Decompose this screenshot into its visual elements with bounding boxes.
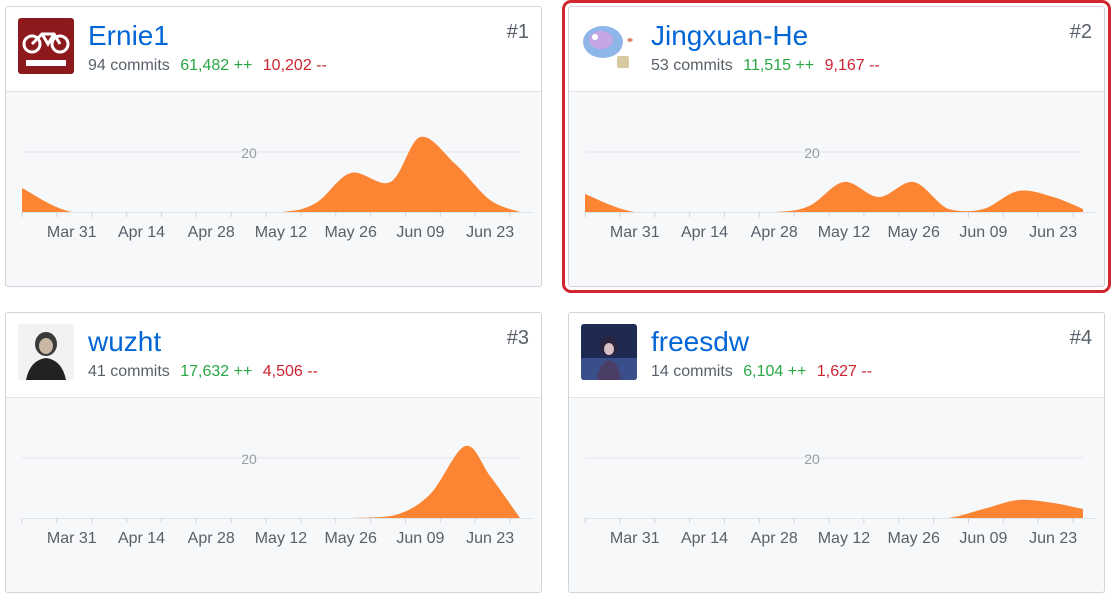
contributor-card: wuzht #3 41 commits 17,632 ++ 4,506 -- 2… — [5, 312, 542, 593]
x-tick-label: May 26 — [324, 530, 377, 547]
x-tick-label: Apr 14 — [118, 224, 165, 241]
commit-count[interactable]: 53 commits — [651, 57, 733, 74]
anime-character-avatar — [581, 324, 637, 380]
avatar[interactable] — [581, 324, 637, 380]
commit-count[interactable]: 41 commits — [88, 363, 170, 380]
x-tick-label: Jun 09 — [396, 530, 444, 547]
contribution-area[interactable] — [22, 445, 520, 518]
commit-count[interactable]: 94 commits — [88, 57, 170, 74]
x-tick-label: May 12 — [818, 530, 871, 547]
deletions-count: 4,506 -- — [262, 363, 318, 380]
x-tick-label: Apr 14 — [681, 530, 728, 547]
additions-count: 17,632 ++ — [180, 363, 253, 380]
x-tick-label: May 12 — [255, 224, 308, 241]
rank-label: #2 — [1069, 21, 1092, 43]
additions-count: 6,104 ++ — [743, 363, 807, 380]
x-tick-label: Jun 23 — [466, 224, 514, 241]
username-link[interactable]: wuzht — [88, 325, 161, 359]
x-tick-label: Mar 31 — [47, 530, 97, 547]
x-tick-label: May 26 — [887, 530, 940, 547]
contribution-area[interactable] — [22, 136, 520, 212]
gridline-label: 20 — [804, 451, 820, 467]
x-tick-label: Apr 28 — [188, 224, 235, 241]
x-tick-label: Jun 09 — [959, 530, 1007, 547]
commit-count[interactable]: 14 commits — [651, 363, 733, 380]
x-tick-label: Apr 14 — [681, 224, 728, 241]
contribution-area[interactable] — [585, 181, 1083, 212]
contributor-card: Ernie1 #1 94 commits 61,482 ++ 10,202 --… — [5, 6, 542, 287]
commit-stats: 41 commits 17,632 ++ 4,506 -- — [88, 363, 318, 381]
commit-stats: 53 commits 11,515 ++ 9,167 -- — [651, 57, 880, 75]
card-header: freesdw #4 14 commits 6,104 ++ 1,627 -- — [569, 313, 1104, 398]
rank-label: #3 — [506, 327, 529, 349]
avatar[interactable] — [18, 18, 74, 74]
rank-label: #1 — [506, 21, 529, 43]
cartoon-sticker-avatar — [581, 18, 637, 74]
rank-label: #4 — [1069, 327, 1092, 349]
x-tick-label: Jun 09 — [959, 224, 1007, 241]
x-tick-label: Jun 23 — [466, 530, 514, 547]
x-tick-label: May 26 — [324, 224, 377, 241]
card-header: Jingxuan-He #2 53 commits 11,515 ++ 9,16… — [569, 7, 1104, 92]
gridline-label: 20 — [241, 451, 257, 467]
x-tick-label: Apr 14 — [118, 530, 165, 547]
avatar[interactable] — [18, 324, 74, 380]
contributor-card: freesdw #4 14 commits 6,104 ++ 1,627 -- … — [568, 312, 1105, 593]
x-tick-label: Mar 31 — [610, 530, 660, 547]
deletions-count: 1,627 -- — [816, 363, 873, 380]
avatar[interactable] — [581, 18, 637, 74]
x-tick-label: Mar 31 — [610, 224, 660, 241]
commit-stats: 94 commits 61,482 ++ 10,202 -- — [88, 57, 327, 75]
contribution-chart: 20 Mar 31 Apr 14 Apr 28 May 12 May 26 Jun 09 Ju… — [584, 451, 1097, 547]
contribution-chart: 20 Mar 31 Apr 14 Apr 28 May 12 May 26 Jun 09 Ju… — [21, 136, 534, 241]
contribution-area[interactable] — [585, 499, 1083, 518]
x-tick-label: Jun 23 — [1029, 224, 1077, 241]
card-header: wuzht #3 41 commits 17,632 ++ 4,506 -- — [6, 313, 541, 398]
x-tick-label: Apr 28 — [751, 530, 798, 547]
additions-count: 61,482 ++ — [180, 57, 253, 74]
x-tick-label: Jun 23 — [1029, 530, 1077, 547]
contribution-chart: 20 Mar 31 Apr 14 Apr 28 May 12 May 26 Jun 09 Ju… — [21, 445, 534, 547]
x-tick-label: May 12 — [255, 530, 308, 547]
username-link[interactable]: Ernie1 — [88, 19, 169, 53]
x-tick-label: Apr 28 — [751, 224, 798, 241]
card-header: Ernie1 #1 94 commits 61,482 ++ 10,202 -- — [6, 7, 541, 92]
x-tick-label: Mar 31 — [47, 224, 97, 241]
contributor-card: Jingxuan-He #2 53 commits 11,515 ++ 9,16… — [562, 0, 1111, 293]
x-tick-label: May 26 — [887, 224, 940, 241]
deletions-count: 10,202 -- — [262, 57, 327, 74]
username-link[interactable]: freesdw — [651, 325, 749, 359]
x-tick-label: Jun 09 — [396, 224, 444, 241]
additions-count: 11,515 ++ — [743, 57, 815, 74]
person-photo-avatar — [18, 324, 74, 380]
motorcycle-logo-avatar — [18, 18, 74, 74]
x-tick-label: Apr 28 — [188, 530, 235, 547]
gridline-label: 20 — [804, 145, 820, 161]
commit-stats: 14 commits 6,104 ++ 1,627 -- — [651, 363, 872, 381]
contribution-chart: 20 Mar 31 Apr 14 Apr 28 May 12 May 26 Jun 09 Ju… — [584, 145, 1097, 241]
gridline-label: 20 — [241, 145, 257, 161]
x-tick-label: May 12 — [818, 224, 871, 241]
username-link[interactable]: Jingxuan-He — [651, 19, 808, 53]
deletions-count: 9,167 -- — [824, 57, 880, 74]
